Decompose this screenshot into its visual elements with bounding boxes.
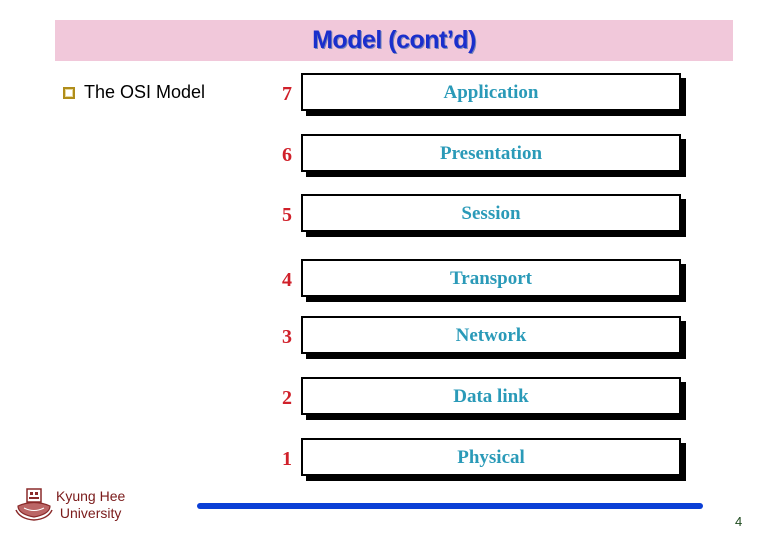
layer-box-session: Session	[301, 194, 681, 232]
layer-name: Network	[455, 325, 527, 346]
layer-name: Session	[461, 203, 521, 224]
layer-box-presentation: Presentation	[301, 134, 681, 172]
layer-box-physical: Physical	[301, 438, 681, 476]
page-number: 4	[735, 514, 743, 529]
layer-number: 3	[282, 326, 292, 348]
layer-name: Data link	[453, 386, 529, 407]
university-line2: University	[59, 505, 122, 521]
university-emblem-icon	[15, 488, 53, 521]
layer-number: 4	[282, 269, 292, 291]
layer-box-application: Application	[301, 73, 681, 111]
slide-title: Model (cont’d)	[312, 26, 476, 54]
university-line1: Kyung Hee	[56, 488, 126, 504]
checkbox-bullet-icon	[63, 86, 75, 99]
layer-number: 7	[282, 83, 292, 105]
bullet-text: The OSI Model	[84, 82, 206, 102]
layer-box-network: Network	[301, 316, 681, 354]
layer-name: Application	[443, 82, 539, 103]
layer-name: Transport	[450, 268, 532, 289]
bullet-item: The OSI Model	[63, 82, 205, 103]
layer-name: Presentation	[439, 143, 543, 164]
layer-number: 1	[282, 448, 292, 470]
layer-name: Physical	[457, 447, 525, 468]
layer-box-data-link: Data link	[301, 377, 681, 415]
layer-number: 2	[282, 387, 292, 409]
layer-number: 6	[282, 144, 292, 166]
layer-number: 5	[282, 204, 292, 226]
title-bar: Model (cont’d)	[55, 20, 733, 61]
layer-box-transport: Transport	[301, 259, 681, 297]
university-name: Kyung Hee University	[56, 488, 125, 522]
footer-divider	[197, 503, 703, 509]
